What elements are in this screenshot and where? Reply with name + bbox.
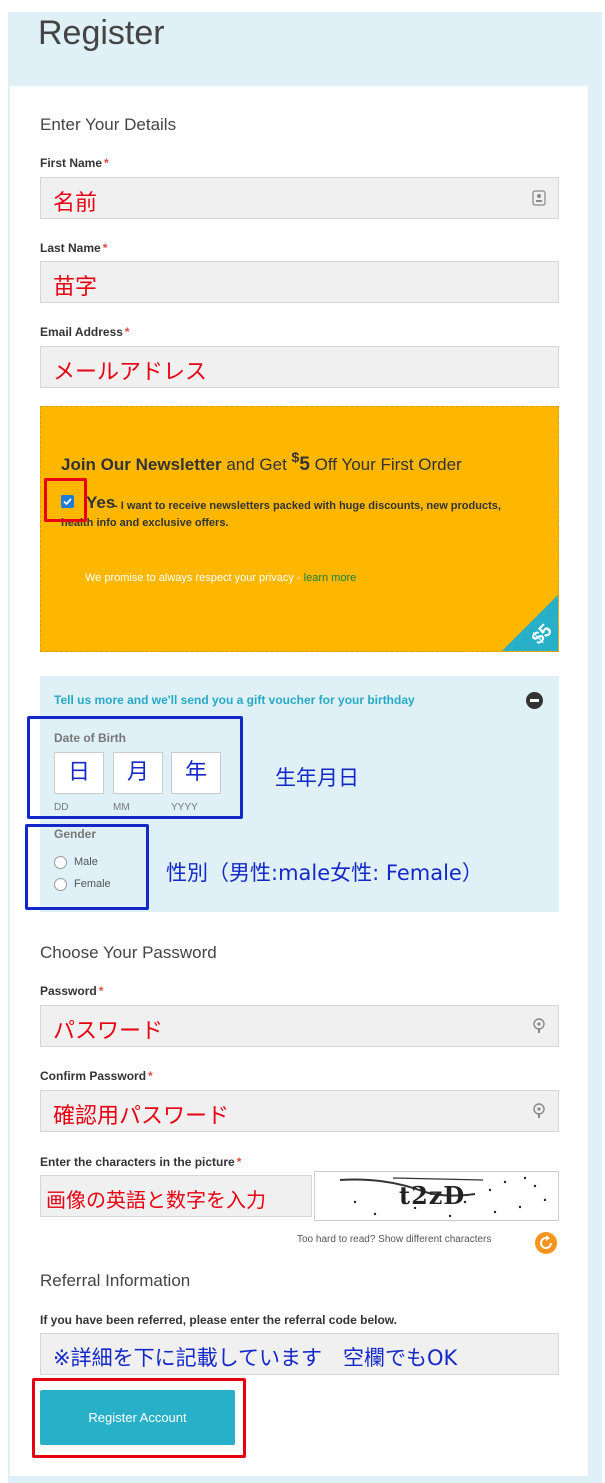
- referral-heading: Referral Information: [40, 1271, 191, 1290]
- key-icon: [533, 1018, 545, 1033]
- gender-highlight-box: [25, 824, 149, 910]
- password-label: Password *: [40, 984, 104, 998]
- checkbox-highlight-box: [44, 478, 87, 522]
- referral-code-value: ※詳細を下に記載しています 空欄でもOK: [53, 1346, 458, 1370]
- password-input[interactable]: パスワード: [40, 1005, 559, 1047]
- password-heading: Choose Your Password: [40, 943, 217, 962]
- first-name-input[interactable]: 名前: [40, 177, 559, 219]
- key-icon: [533, 1103, 545, 1118]
- register-button-highlight-box: [32, 1378, 246, 1458]
- confirm-password-label: Confirm Password *: [40, 1069, 153, 1083]
- captcha-value: 画像の英語と数字を入力: [46, 1188, 266, 1212]
- first-name-label: First Name *: [40, 156, 109, 170]
- newsletter-yes-label: Yes: [86, 493, 116, 512]
- email-input[interactable]: メールアドレス: [40, 346, 559, 388]
- referral-code-input[interactable]: ※詳細を下に記載しています 空欄でもOK: [40, 1333, 559, 1375]
- last-name-value: 苗字: [53, 275, 98, 300]
- dob-annotation: 生年月日: [275, 766, 359, 790]
- confirm-password-value: 確認用パスワード: [53, 1104, 230, 1129]
- newsletter-panel: Join Our Newsletter and Get $5 Off Your …: [40, 406, 559, 652]
- email-label: Email Address *: [40, 325, 130, 339]
- newsletter-heading: Join Our Newsletter and Get $5 Off Your …: [61, 449, 462, 475]
- birthday-heading: Tell us more and we'll send you a gift v…: [54, 693, 415, 707]
- refresh-captcha-link[interactable]: Too hard to read? Show different charact…: [297, 1234, 491, 1245]
- learn-more-link[interactable]: learn more: [304, 572, 357, 584]
- email-value: メールアドレス: [53, 360, 208, 385]
- captcha-image: t2zD: [314, 1171, 559, 1221]
- referral-description: If you have been referred, please enter …: [40, 1313, 398, 1327]
- dob-highlight-box: [27, 716, 243, 819]
- first-name-value: 名前: [53, 191, 98, 216]
- contact-card-icon: [532, 190, 546, 206]
- newsletter-description-line1: - I want to receive newsletters packed w…: [114, 500, 501, 512]
- confirm-password-input[interactable]: 確認用パスワード: [40, 1090, 559, 1132]
- refresh-icon[interactable]: [535, 1232, 557, 1254]
- details-heading: Enter Your Details: [40, 115, 177, 134]
- password-value: パスワード: [53, 1019, 164, 1044]
- discount-corner-badge: [502, 595, 558, 651]
- captcha-input[interactable]: 画像の英語と数字を入力: [40, 1175, 312, 1217]
- collapse-icon[interactable]: [526, 692, 543, 709]
- last-name-input[interactable]: 苗字: [40, 261, 559, 303]
- captcha-characters: t2zD: [399, 1181, 466, 1210]
- page-title: Register: [38, 14, 165, 52]
- captcha-label: Enter the characters in the picture *: [40, 1155, 242, 1169]
- last-name-label: Last Name *: [40, 241, 108, 255]
- privacy-note: We promise to always respect your privac…: [85, 572, 357, 584]
- gender-annotation: 性別（男性:male女性: Female）: [166, 861, 483, 885]
